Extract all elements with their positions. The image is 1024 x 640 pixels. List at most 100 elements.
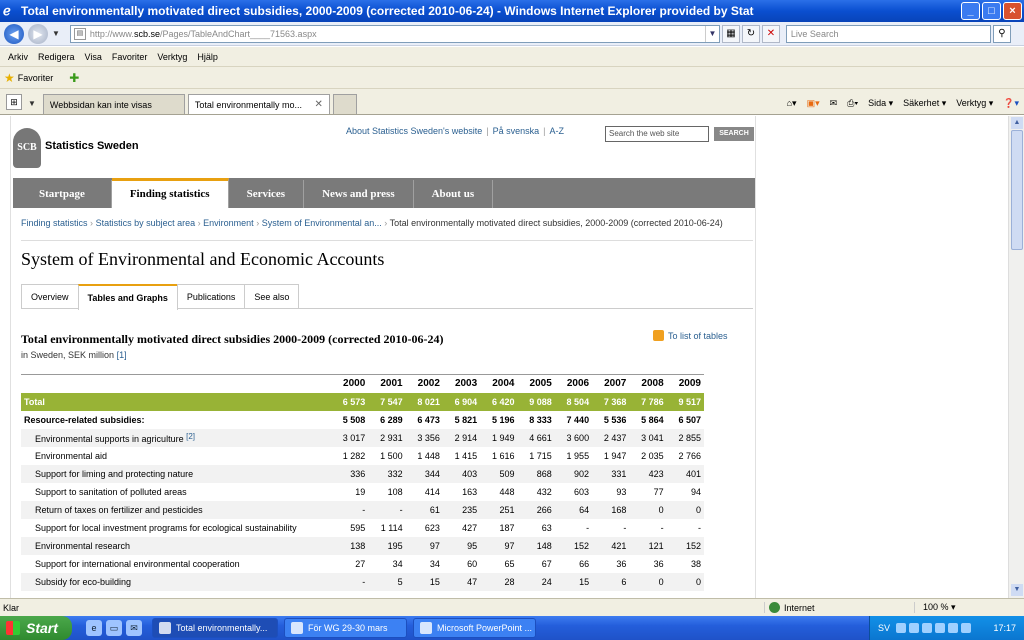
tab-webpage-unavailable[interactable]: Webbsidan kan inte visas xyxy=(42,94,185,114)
crumb-separator: › xyxy=(256,218,260,228)
table-cell: 421 xyxy=(592,536,630,555)
close-tab-icon[interactable]: ✕ xyxy=(315,99,323,110)
ie-quicklaunch-icon[interactable]: e xyxy=(86,620,102,636)
search-icon[interactable]: ⚲ xyxy=(992,24,1011,43)
menu-hjalp[interactable]: Hjälp xyxy=(197,52,218,62)
desktop-quicklaunch-icon[interactable]: ▭ xyxy=(106,620,122,636)
tray-icon[interactable] xyxy=(909,623,920,633)
maximize-button[interactable]: □ xyxy=(982,2,1001,20)
minimize-button[interactable]: _ xyxy=(961,2,980,20)
site-search-input[interactable]: Search the web site xyxy=(605,126,709,142)
scroll-up-icon[interactable]: ▲ xyxy=(1011,117,1023,129)
tray-icon[interactable] xyxy=(896,623,907,633)
safety-menu[interactable]: Säkerhet ▾ xyxy=(903,98,946,109)
table-cell: 0 xyxy=(666,572,704,591)
table-cell: 9 088 xyxy=(517,392,555,411)
crumb-seea[interactable]: System of Environmental an... xyxy=(262,218,382,228)
tab-bar: ⊞ ▼ Webbsidan kan inte visas Total envir… xyxy=(0,89,1024,115)
refresh-button[interactable]: ↻ xyxy=(741,24,760,43)
security-zone: Internet xyxy=(764,602,914,613)
scroll-down-icon[interactable]: ▼ xyxy=(1011,584,1023,596)
table-cell: 195 xyxy=(368,536,406,555)
mail-icon[interactable]: ✉ xyxy=(830,98,838,109)
favorites-label[interactable]: Favoriter xyxy=(18,73,54,83)
address-input[interactable]: ▤ http://www. scb.se/Pages/TableAndChart_… xyxy=(69,24,720,43)
tab-total-subsidies[interactable]: Total environmentally mo... ✕ xyxy=(187,94,330,114)
add-favorite-icon[interactable]: ✚ xyxy=(69,71,79,85)
forward-button[interactable]: ▶ xyxy=(28,23,48,44)
scb-logo[interactable]: SCB xyxy=(13,128,41,168)
tray-icon[interactable] xyxy=(935,623,946,633)
crumb-finding-statistics[interactable]: Finding statistics xyxy=(21,218,88,228)
table-cell: 7 547 xyxy=(368,392,406,411)
row-label: Total xyxy=(21,392,331,411)
ie-icon xyxy=(159,622,171,634)
print-icon[interactable]: ⎙▾ xyxy=(847,98,858,109)
help-icon[interactable]: ❓▾ xyxy=(1003,98,1019,109)
new-tab-button[interactable] xyxy=(332,94,357,114)
tab-tables-and-graphs[interactable]: Tables and Graphs xyxy=(77,284,178,310)
table-row: Support for liming and protecting nature… xyxy=(21,464,704,483)
status-text: Klar xyxy=(3,602,20,613)
site-search-button[interactable]: SEARCH xyxy=(714,127,754,141)
menu-verktyg[interactable]: Verktyg xyxy=(157,52,187,62)
address-dropdown-icon[interactable]: ▼ xyxy=(704,25,719,42)
taskbar-label: Total environmentally... xyxy=(176,623,268,633)
close-button[interactable]: × xyxy=(1003,2,1022,20)
nav-finding-statistics[interactable]: Finding statistics xyxy=(111,178,229,208)
tab-see-also[interactable]: See also xyxy=(244,284,300,309)
a-z-link[interactable]: A-Z xyxy=(550,126,565,136)
quick-tabs-icon[interactable]: ⊞ xyxy=(6,94,22,110)
tab-list-dropdown-icon[interactable]: ▼ xyxy=(28,99,36,108)
favorites-bar: ★ Favoriter ✚ xyxy=(0,67,1024,89)
tab-publications[interactable]: Publications xyxy=(176,284,246,309)
to-list-of-tables[interactable]: To list of tables xyxy=(653,330,728,341)
top-links: About Statistics Sweden's website | På sve… xyxy=(346,126,564,136)
menu-visa[interactable]: Visa xyxy=(85,52,102,62)
taskbar-item-folder[interactable]: För WG 29-30 mars xyxy=(284,618,407,638)
row-label-text: Resource-related subsidies: xyxy=(24,414,145,425)
favorites-star-icon[interactable]: ★ xyxy=(4,71,15,85)
crumb-environment[interactable]: Environment xyxy=(203,218,254,228)
crumb-separator: › xyxy=(197,218,201,228)
nav-services[interactable]: Services xyxy=(229,180,305,208)
menu-arkiv[interactable]: Arkiv xyxy=(8,52,28,62)
live-search-input[interactable]: Live Search xyxy=(785,24,991,43)
title-bar: ℯ Total environmentally motivated direct… xyxy=(0,0,1024,22)
language-indicator[interactable]: SV xyxy=(878,623,890,633)
back-button[interactable]: ◀ xyxy=(4,23,24,44)
vertical-scrollbar[interactable]: ▲ ▼ xyxy=(1008,116,1024,598)
tools-menu[interactable]: Verktyg ▾ xyxy=(956,98,993,109)
home-icon[interactable]: ⌂▾ xyxy=(787,98,797,109)
page-menu[interactable]: Sida ▾ xyxy=(868,98,893,109)
nav-startpage[interactable]: Startpage xyxy=(13,180,112,208)
table-cell: 34 xyxy=(368,554,406,573)
start-button[interactable]: Start xyxy=(0,616,72,640)
outlook-quicklaunch-icon[interactable]: ✉ xyxy=(126,620,142,636)
compatibility-icon[interactable]: ▦ xyxy=(721,24,740,43)
taskbar-item-powerpoint[interactable]: Microsoft PowerPoint ... xyxy=(413,618,536,638)
menu-redigera[interactable]: Redigera xyxy=(38,52,75,62)
scroll-thumb[interactable] xyxy=(1011,130,1023,250)
table-cell: 3 017 xyxy=(331,428,369,447)
taskbar-item-ie[interactable]: Total environmentally... xyxy=(152,618,278,638)
history-dropdown-icon[interactable]: ▼ xyxy=(52,29,60,38)
zoom-control[interactable]: 100 % ▾ xyxy=(914,602,1024,613)
stop-button[interactable]: ✕ xyxy=(761,24,780,43)
tray-icon[interactable] xyxy=(948,623,959,633)
nav-news-and-press[interactable]: News and press xyxy=(304,180,414,208)
tray-icon[interactable] xyxy=(922,623,933,633)
tray-icon[interactable] xyxy=(961,623,972,633)
footnote-link[interactable]: [1] xyxy=(117,350,127,360)
table-cell: 5 864 xyxy=(641,414,664,425)
nav-about-us[interactable]: About us xyxy=(414,180,494,208)
list-icon xyxy=(653,330,664,341)
rss-icon[interactable]: ▣▾ xyxy=(807,98,820,109)
crumb-subject-area[interactable]: Statistics by subject area xyxy=(96,218,196,228)
footnote-link[interactable]: [2] xyxy=(186,432,195,441)
tab-overview[interactable]: Overview xyxy=(21,284,79,309)
swedish-link[interactable]: På svenska xyxy=(493,126,540,136)
menu-favoriter[interactable]: Favoriter xyxy=(112,52,148,62)
about-link[interactable]: About Statistics Sweden's website xyxy=(346,126,482,136)
table-body: Total 6 573 7 547 8 021 6 904 6 420 9 088 8 504… xyxy=(21,392,704,591)
